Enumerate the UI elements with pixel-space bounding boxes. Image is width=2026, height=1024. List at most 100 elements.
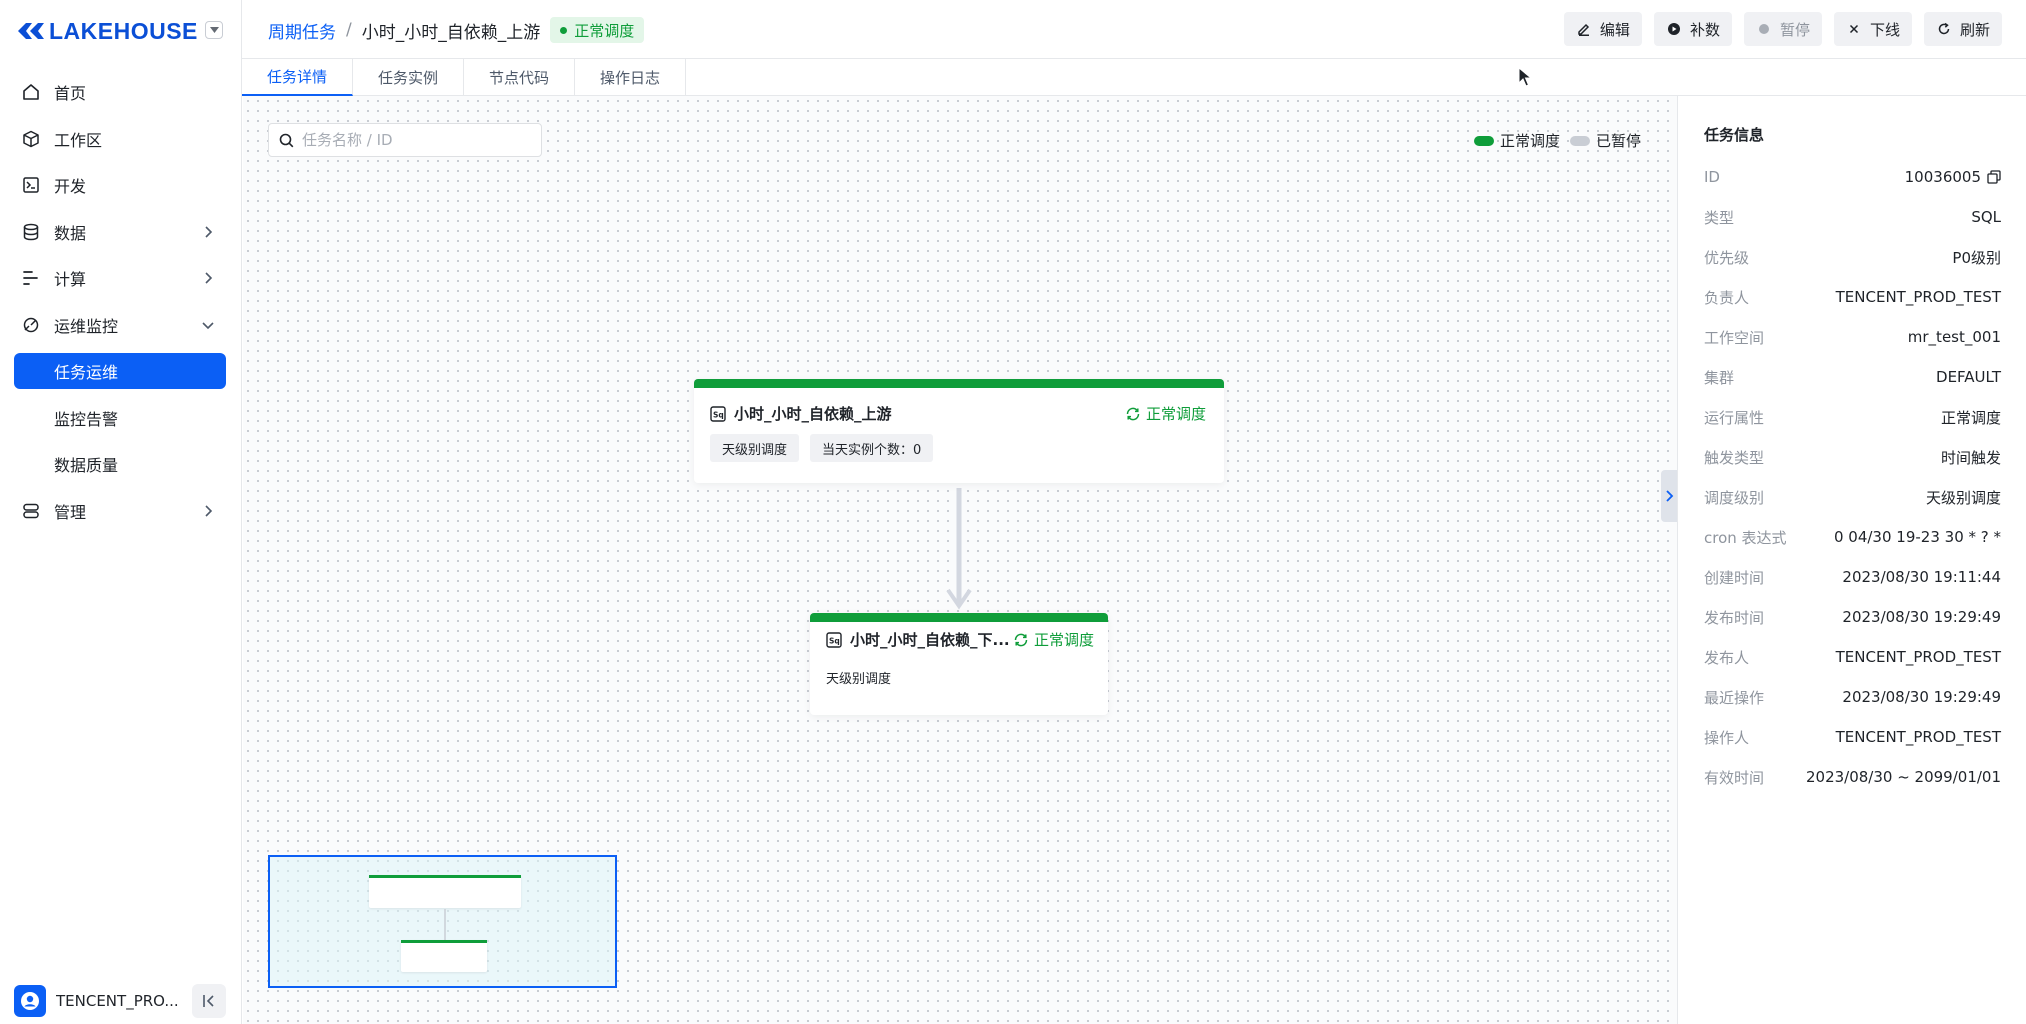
sidebar: LAKEHOUSE 首页 工作区 开发 数据 计算 运维监控 任务运维 监控告警… bbox=[0, 0, 242, 1024]
info-value: 2023/08/30 19:29:49 bbox=[1842, 688, 2001, 706]
sidebar-item-workspace[interactable]: 工作区 bbox=[14, 121, 226, 157]
user-name: TENCENT_PRO... bbox=[56, 992, 179, 1010]
info-value: 10036005 bbox=[1905, 168, 2001, 186]
tab-task-details[interactable]: 任务详情 bbox=[242, 59, 353, 96]
info-key: 类型 bbox=[1704, 208, 1735, 227]
info-row-publisher: 发布人 TENCENT_PROD_TEST bbox=[1704, 646, 2001, 668]
info-row-published-time: 发布时间 2023/08/30 19:29:49 bbox=[1704, 606, 2001, 628]
info-key: 有效时间 bbox=[1704, 768, 1765, 787]
edit-button[interactable]: 编辑 bbox=[1563, 12, 1642, 46]
tab-node-code[interactable]: 节点代码 bbox=[464, 59, 575, 96]
offline-button[interactable]: 下线 bbox=[1833, 12, 1912, 46]
detail-tabs: 任务详情 任务实例 节点代码 操作日志 bbox=[242, 59, 2026, 96]
info-row-owner: 负责人 TENCENT_PROD_TEST bbox=[1704, 286, 2001, 308]
info-row-schedule-level: 调度级别 天级别调度 bbox=[1704, 486, 2001, 508]
panel-title: 任务信息 bbox=[1704, 126, 1765, 144]
status-badge: 正常调度 bbox=[550, 17, 645, 43]
info-key: 工作空间 bbox=[1704, 328, 1765, 347]
page-title: 小时_小时_自依赖_上游 bbox=[361, 22, 541, 43]
minimap-node-bar bbox=[401, 940, 487, 943]
sidebar-item-data-quality[interactable]: 数据质量 bbox=[14, 446, 226, 482]
info-key: 操作人 bbox=[1704, 728, 1750, 747]
lakehouse-logo-icon bbox=[18, 23, 44, 39]
avatar[interactable] bbox=[14, 985, 46, 1017]
sidebar-item-develop[interactable]: 开发 bbox=[14, 167, 226, 203]
sql-icon: Sq bbox=[710, 405, 726, 422]
pause-button-label: 暂停 bbox=[1779, 20, 1810, 39]
info-row-trigger-type: 触发类型 时间触发 bbox=[1704, 446, 2001, 468]
info-value: DEFAULT bbox=[1936, 368, 2001, 386]
backfill-button-label: 补数 bbox=[1689, 20, 1720, 39]
pause-button[interactable]: 暂停 bbox=[1743, 12, 1822, 46]
status-badge-label: 正常调度 bbox=[574, 21, 635, 40]
dag-node-upstream[interactable]: Sq 小时_小时_自依赖_上游 正常调度 天级别调度 当天实例个数：0 bbox=[694, 379, 1224, 483]
cube-icon bbox=[22, 130, 40, 148]
collapse-sidebar-button[interactable] bbox=[192, 984, 226, 1018]
panel-toggle-handle[interactable] bbox=[1661, 470, 1677, 522]
sidebar-item-label: 数据 bbox=[54, 223, 87, 243]
collapse-left-icon bbox=[203, 995, 214, 1007]
info-row-id: ID 10036005 bbox=[1704, 166, 2001, 188]
copy-icon[interactable] bbox=[1987, 170, 2001, 184]
tab-task-instances[interactable]: 任务实例 bbox=[353, 59, 464, 96]
dag-minimap[interactable] bbox=[268, 855, 617, 988]
info-key: 负责人 bbox=[1704, 288, 1750, 307]
backfill-button[interactable]: 补数 bbox=[1653, 12, 1732, 46]
page-header: 周期任务 / 小时_小时_自依赖_上游 正常调度 编辑 补数 暂停 下线 刷新 bbox=[242, 0, 2026, 59]
refresh-button[interactable]: 刷新 bbox=[1923, 12, 2002, 46]
svg-text:Sq: Sq bbox=[829, 636, 840, 645]
info-value: 正常调度 bbox=[1940, 408, 2001, 427]
info-value: 2023/08/30 19:11:44 bbox=[1842, 568, 2001, 586]
node-status-text: 正常调度 bbox=[1033, 631, 1094, 649]
offline-button-label: 下线 bbox=[1869, 20, 1900, 39]
info-value: TENCENT_PROD_TEST bbox=[1835, 728, 2001, 746]
mouse-cursor-icon bbox=[1518, 67, 1532, 87]
main-nav: 首页 工作区 开发 数据 计算 运维监控 任务运维 监控告警 数据质量 管理 bbox=[14, 74, 226, 539]
manage-icon bbox=[22, 502, 40, 520]
sidebar-item-label: 监控告警 bbox=[54, 409, 119, 429]
dag-node-downstream[interactable]: Sq 小时_小时_自依赖_下... 正常调度 天级别调度 bbox=[810, 613, 1108, 715]
node-status: 正常调度 bbox=[1125, 403, 1206, 424]
monitor-icon bbox=[22, 316, 40, 334]
info-key: cron 表达式 bbox=[1704, 528, 1787, 547]
chevron-right-icon bbox=[205, 225, 213, 238]
sidebar-item-home[interactable]: 首页 bbox=[14, 74, 226, 110]
user-icon bbox=[21, 992, 39, 1010]
info-key: 集群 bbox=[1704, 368, 1735, 387]
info-row-run-attribute: 运行属性 正常调度 bbox=[1704, 406, 2001, 428]
breadcrumb: 周期任务 / 小时_小时_自依赖_上游 正常调度 bbox=[268, 16, 645, 44]
sidebar-item-label: 管理 bbox=[54, 502, 87, 522]
sidebar-item-monitor-alert[interactable]: 监控告警 bbox=[14, 400, 226, 436]
info-value: mr_test_001 bbox=[1907, 328, 2001, 346]
workspace-switch-button[interactable] bbox=[205, 21, 223, 39]
sidebar-item-data[interactable]: 数据 bbox=[14, 214, 226, 250]
sidebar-item-label: 开发 bbox=[54, 177, 87, 196]
sidebar-item-label: 任务运维 bbox=[54, 363, 119, 382]
minimap-node-downstream bbox=[401, 940, 487, 972]
info-key: 发布时间 bbox=[1704, 608, 1765, 627]
task-info-panel: 任务信息 ID 10036005 类型 SQL 优先级 P0级别 负责人 TENCEN… bbox=[1677, 96, 2026, 1024]
info-row-workspace: 工作空间 mr_test_001 bbox=[1704, 326, 2001, 348]
sidebar-item-ops-monitor[interactable]: 运维监控 bbox=[14, 307, 226, 343]
svg-text:Sq: Sq bbox=[713, 410, 724, 419]
node-title-text: 小时_小时_自依赖_下... bbox=[850, 631, 1010, 649]
dag-canvas[interactable]: 正常调度 已暂停 Sq 小时_小时_自依赖_上游 正常调度 天级别调度 当天实例… bbox=[243, 96, 1677, 1024]
info-key: 运行属性 bbox=[1704, 408, 1765, 427]
breadcrumb-parent-link[interactable]: 周期任务 bbox=[268, 18, 336, 43]
sidebar-item-compute[interactable]: 计算 bbox=[14, 260, 226, 296]
database-icon bbox=[22, 223, 40, 241]
sidebar-item-task-ops[interactable]: 任务运维 bbox=[14, 353, 226, 389]
info-row-cluster: 集群 DEFAULT bbox=[1704, 366, 2001, 388]
sidebar-item-manage[interactable]: 管理 bbox=[14, 493, 226, 529]
chevron-down-icon bbox=[202, 321, 214, 329]
close-icon bbox=[1846, 21, 1862, 37]
info-value: 时间触发 bbox=[1940, 448, 2001, 467]
app-logo[interactable]: LAKEHOUSE bbox=[16, 16, 198, 46]
breadcrumb-separator: / bbox=[346, 20, 352, 40]
sync-icon bbox=[1126, 407, 1140, 420]
chevron-right-icon bbox=[205, 272, 213, 284]
tab-operation-log[interactable]: 操作日志 bbox=[575, 59, 686, 96]
pause-icon bbox=[1756, 21, 1772, 37]
info-value: 2023/08/30 ~ 2099/01/01 bbox=[1805, 768, 2001, 786]
node-status-bar bbox=[694, 379, 1224, 388]
